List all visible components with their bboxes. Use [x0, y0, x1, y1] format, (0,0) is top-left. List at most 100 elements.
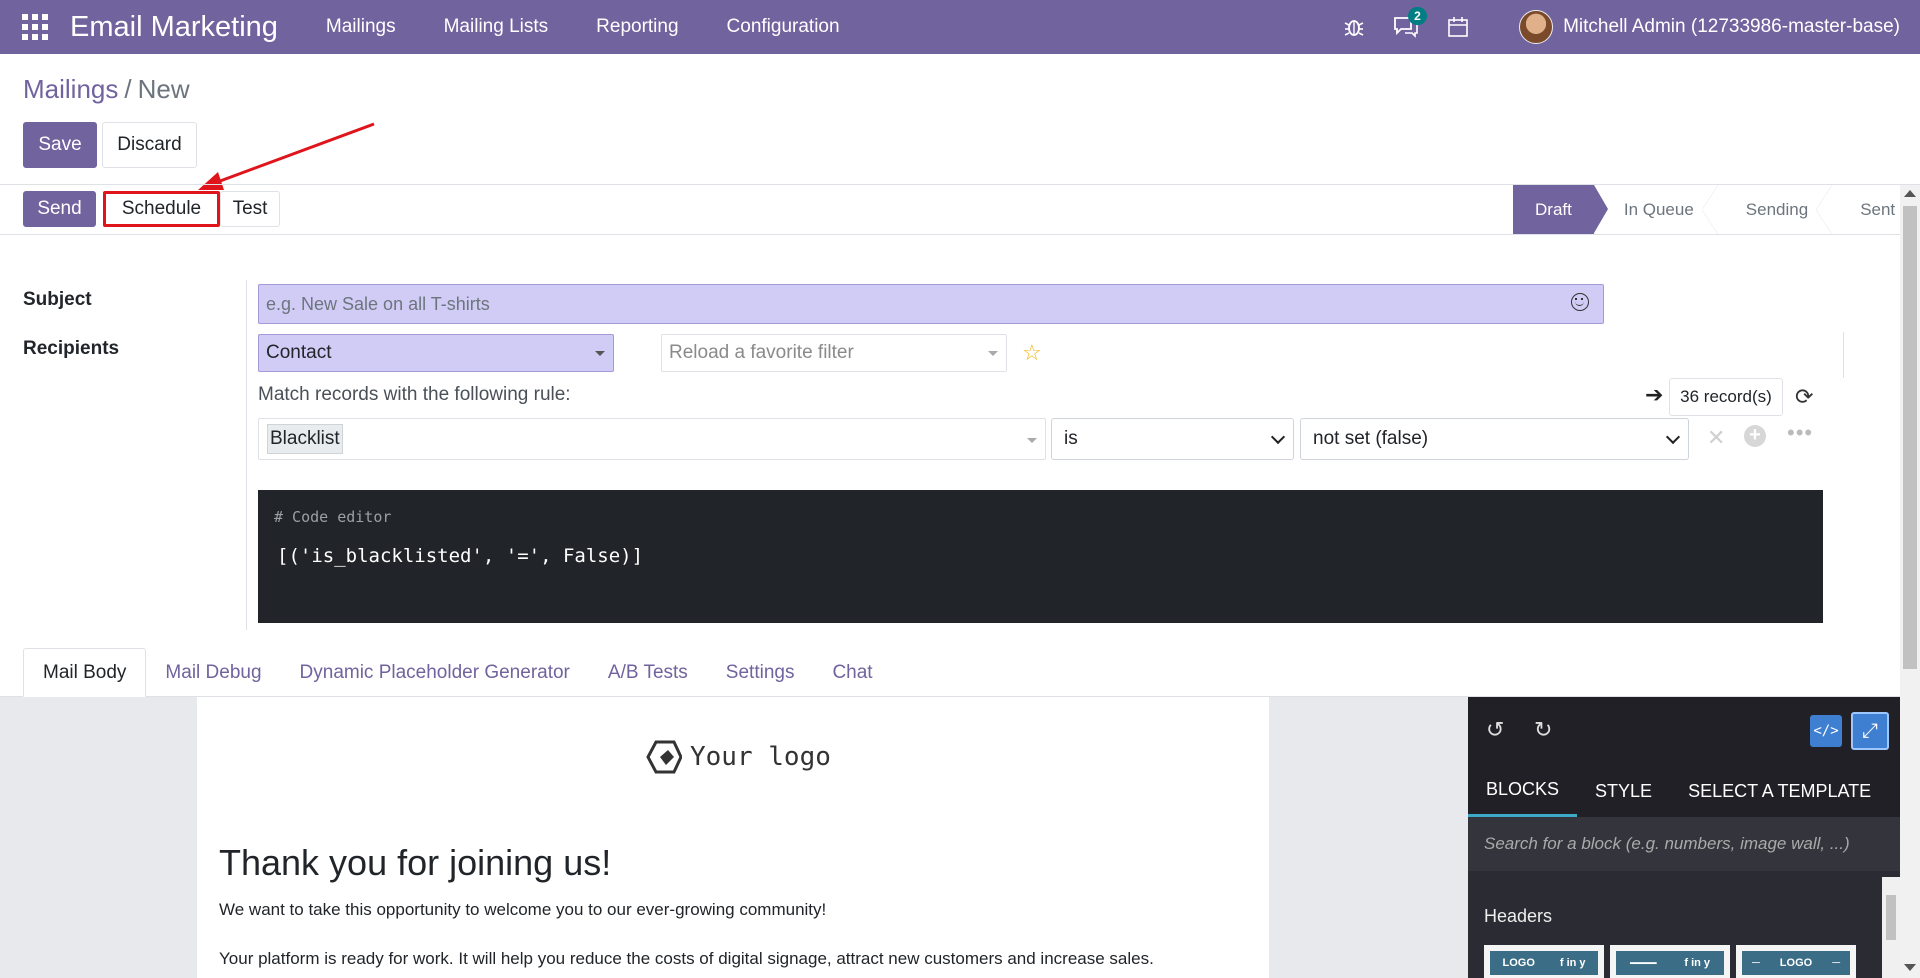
rule-value-select[interactable]: not set (false)	[1300, 418, 1689, 460]
recipients-model-value: Contact	[266, 342, 332, 363]
top-navbar: Email Marketing Mailings Mailing Lists R…	[0, 0, 1920, 54]
editor-tabs: BLOCKS STYLE SELECT A TEMPLATE	[1468, 765, 1900, 817]
tab-chat[interactable]: Chat	[813, 648, 891, 697]
scroll-down-icon[interactable]	[1904, 964, 1916, 971]
app-title[interactable]: Email Marketing	[70, 11, 278, 44]
code-editor-comment: # Code editor	[274, 508, 392, 526]
code-view-icon[interactable]: </>	[1810, 715, 1842, 747]
editor-tab-template[interactable]: SELECT A TEMPLATE	[1670, 765, 1889, 817]
recipients-model-select[interactable]: Contact	[258, 334, 614, 372]
breadcrumb: Mailings / New	[23, 74, 190, 105]
rule-operator-select[interactable]: is	[1051, 418, 1294, 460]
stage-sending[interactable]: Sending	[1716, 185, 1833, 234]
headers-section-title: Headers	[1484, 906, 1553, 926]
tab-dynamic-placeholder[interactable]: Dynamic Placeholder Generator	[281, 648, 589, 697]
thumb-bar: ━━━━	[1629, 957, 1657, 970]
block-search-input[interactable]: Search for a block (e.g. numbers, image …	[1468, 817, 1900, 871]
subject-placeholder: e.g. New Sale on all T-shirts	[266, 293, 490, 314]
test-button[interactable]: Test	[220, 191, 280, 227]
favorite-filter-select[interactable]: Reload a favorite filter	[661, 334, 1007, 372]
user-avatar[interactable]	[1519, 10, 1554, 44]
caret-down-icon	[988, 351, 998, 356]
match-rule-text: Match records with the following rule:	[258, 384, 571, 405]
breadcrumb-current: New	[137, 74, 190, 104]
subject-input[interactable]: e.g. New Sale on all T-shirts	[258, 284, 1604, 324]
breadcrumb-separator: /	[124, 74, 132, 104]
undo-icon[interactable]: ↺	[1486, 717, 1504, 743]
editor-scrollbar-thumb[interactable]	[1886, 895, 1896, 940]
messages-badge: 2	[1408, 7, 1427, 25]
chevron-down-icon	[1270, 429, 1286, 445]
mail-title[interactable]: Thank you for joining us!	[219, 842, 611, 884]
schedule-button[interactable]: Schedule	[103, 191, 220, 227]
code-editor-domain[interactable]: [('is_blacklisted', '=', False)]	[277, 545, 643, 567]
editor-sidebar: ↺ ↻ </> ⤢ BLOCKS STYLE SELECT A TEMPLATE…	[1468, 697, 1900, 978]
thumb-social-label: f in y	[1559, 957, 1586, 969]
mail-paragraph[interactable]: Your platform is ready for work. It will…	[219, 949, 1154, 969]
mail-paragraph[interactable]: We want to take this opportunity to welc…	[219, 900, 826, 920]
send-button[interactable]: Send	[23, 191, 96, 227]
emoji-icon[interactable]	[1571, 293, 1589, 311]
star-icon[interactable]: ☆	[1022, 340, 1042, 366]
annotation-arrow	[198, 122, 375, 190]
rule-operator-value: is	[1064, 428, 1078, 449]
caret-down-icon	[595, 351, 605, 356]
redo-icon[interactable]: ↻	[1534, 717, 1552, 743]
menu-mailings[interactable]: Mailings	[302, 16, 420, 38]
tab-mail-debug[interactable]: Mail Debug	[146, 648, 280, 697]
menu-configuration[interactable]: Configuration	[703, 16, 864, 38]
notebook-tabs: Mail Body Mail Debug Dynamic Placeholder…	[23, 647, 892, 697]
logo-text: Your logo	[690, 742, 831, 772]
more-options-icon[interactable]: •••	[1787, 420, 1813, 446]
bug-icon[interactable]	[1343, 16, 1365, 38]
thumb-logo-label: LOGO	[1502, 957, 1535, 969]
scroll-up-icon[interactable]	[1904, 190, 1916, 197]
tab-mail-body[interactable]: Mail Body	[23, 648, 147, 697]
stage-draft[interactable]: Draft	[1513, 185, 1608, 234]
arrow-right-icon[interactable]: ➔	[1645, 382, 1663, 408]
header-blocks: LOGO f in y ━━━━ f in y ─ LOGO ─	[1484, 945, 1856, 978]
thumb-social-label: f in y	[1684, 957, 1711, 969]
discard-button[interactable]: Discard	[102, 122, 197, 168]
thumb-bar: ─	[1832, 957, 1840, 969]
editor-tab-blocks[interactable]: BLOCKS	[1468, 765, 1578, 817]
mail-logo[interactable]: Your logo	[646, 740, 831, 774]
form-divider	[246, 280, 247, 630]
thumb-logo-label: LOGO	[1779, 957, 1813, 969]
delete-rule-icon[interactable]: ✕	[1707, 425, 1725, 451]
editor-tab-style[interactable]: STYLE	[1577, 765, 1670, 817]
calendar-icon[interactable]	[1447, 16, 1469, 38]
header-block-thumbnail[interactable]: ─ LOGO ─	[1736, 945, 1856, 978]
save-button[interactable]: Save	[23, 122, 97, 168]
refresh-icon[interactable]: ⟳	[1795, 384, 1813, 410]
chevron-down-icon	[1665, 429, 1681, 445]
messages-icon[interactable]: 2	[1393, 7, 1427, 38]
recipients-label: Recipients	[23, 338, 120, 359]
code-editor[interactable]: # Code editor [('is_blacklisted', '=', F…	[258, 490, 1823, 623]
tab-settings[interactable]: Settings	[707, 648, 814, 697]
form-divider-right	[1843, 332, 1844, 378]
menu-mailing-lists[interactable]: Mailing Lists	[420, 16, 573, 38]
fullscreen-icon[interactable]: ⤢	[1851, 712, 1889, 750]
thumb-bar: ─	[1752, 957, 1760, 969]
header-block-thumbnail[interactable]: LOGO f in y	[1484, 945, 1604, 978]
logo-icon	[646, 740, 682, 774]
tab-ab-tests[interactable]: A/B Tests	[589, 648, 707, 697]
add-rule-icon[interactable]: +	[1744, 425, 1766, 447]
app-menu-icon[interactable]	[22, 14, 48, 40]
rule-value-value: not set (false)	[1313, 428, 1429, 449]
rule-field-select[interactable]: Blacklist	[258, 418, 1046, 460]
status-bar: Draft In Queue Sending Sent	[1513, 185, 1917, 234]
stage-in-queue[interactable]: In Queue	[1594, 185, 1718, 234]
favorite-filter-placeholder: Reload a favorite filter	[669, 342, 854, 363]
caret-down-icon	[1027, 438, 1037, 443]
records-count-button[interactable]: 36 record(s)	[1669, 378, 1783, 416]
rule-field-value: Blacklist	[267, 424, 343, 454]
main-scrollbar-thumb[interactable]	[1903, 206, 1917, 669]
menu-reporting[interactable]: Reporting	[572, 16, 702, 38]
breadcrumb-mailings[interactable]: Mailings	[23, 74, 118, 105]
subject-label: Subject	[23, 289, 92, 310]
header-block-thumbnail[interactable]: ━━━━ f in y	[1610, 945, 1730, 978]
user-name[interactable]: Mitchell Admin (12733986-master-base)	[1563, 16, 1900, 38]
statusbar-divider	[0, 234, 1920, 235]
